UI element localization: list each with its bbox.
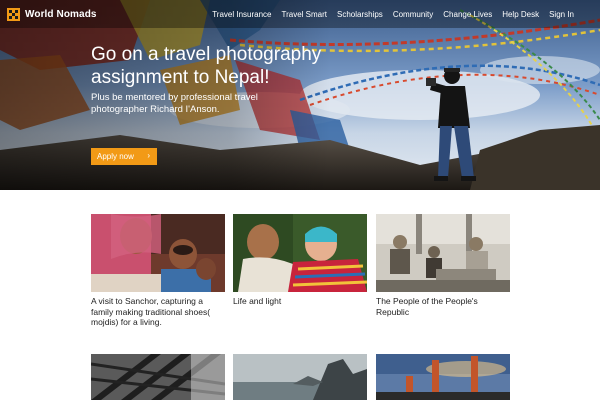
- photo-card[interactable]: Life and light: [233, 214, 367, 307]
- photo-card[interactable]: A visit to Sanchor, capturing a family m…: [91, 214, 225, 328]
- top-navigation: World Nomads Travel Insurance Travel Sma…: [0, 0, 600, 28]
- nav-travel-insurance[interactable]: Travel Insurance: [212, 10, 271, 19]
- nav-change-lives[interactable]: Change Lives: [443, 10, 492, 19]
- nav-travel-smart[interactable]: Travel Smart: [282, 10, 328, 19]
- hero-subtitle: Plus be mentored by professional travel …: [91, 92, 258, 115]
- hero-title: Go on a travel photography assignment to…: [91, 44, 322, 88]
- photo-card[interactable]: [233, 354, 367, 400]
- photo-card[interactable]: [376, 354, 510, 400]
- nav-scholarships[interactable]: Scholarships: [337, 10, 383, 19]
- card-image[interactable]: [91, 354, 225, 400]
- nav-community[interactable]: Community: [393, 10, 433, 19]
- card-image[interactable]: [233, 214, 367, 292]
- brand-name: World Nomads: [25, 8, 97, 20]
- photo-card[interactable]: The People of the People's Republic: [376, 214, 510, 317]
- card-image[interactable]: [91, 214, 225, 292]
- hero-copy: Go on a travel photography assignment to…: [91, 43, 331, 116]
- world-nomads-logo-icon: [7, 7, 20, 21]
- nav-sign-in[interactable]: Sign In: [549, 10, 574, 19]
- card-caption[interactable]: A visit to Sanchor, capturing a family m…: [91, 296, 225, 328]
- photo-card[interactable]: [91, 354, 225, 400]
- nav-help-desk[interactable]: Help Desk: [502, 10, 539, 19]
- apply-now-label: Apply now: [97, 152, 134, 161]
- apply-now-button[interactable]: Apply now ›: [91, 148, 157, 165]
- card-caption[interactable]: Life and light: [233, 296, 367, 307]
- chevron-right-icon: ›: [147, 151, 150, 160]
- card-image[interactable]: [376, 214, 510, 292]
- brand-logo[interactable]: World Nomads: [7, 7, 97, 21]
- nav-links: Travel Insurance Travel Smart Scholarshi…: [212, 0, 574, 28]
- card-image[interactable]: [233, 354, 367, 400]
- card-caption[interactable]: The People of the People's Republic: [376, 296, 510, 317]
- card-image[interactable]: [376, 354, 510, 400]
